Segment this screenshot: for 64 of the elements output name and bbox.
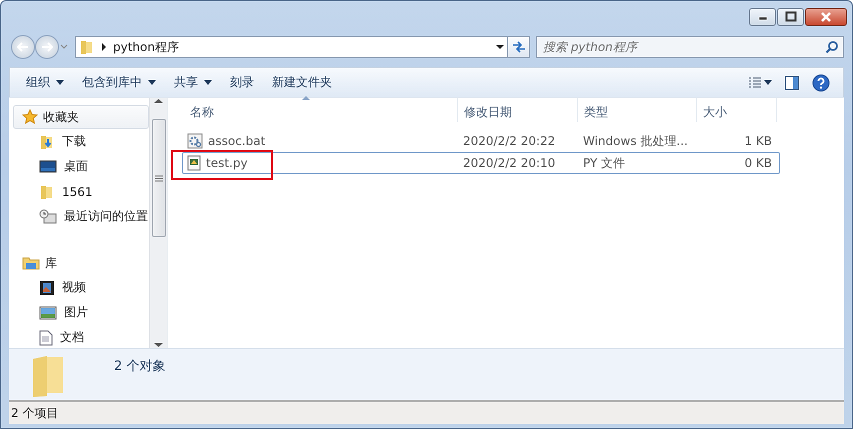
table-cell-text: 0 KB	[743, 156, 773, 170]
table-cell-text: 1 KB	[743, 134, 773, 148]
library-icon	[22, 255, 40, 271]
caret-icon	[764, 80, 772, 85]
close-icon	[820, 11, 832, 23]
star-icon	[22, 109, 38, 125]
nav-group-header[interactable]: 库	[13, 251, 149, 275]
column-header[interactable]: 类型	[578, 98, 697, 122]
forward-arrow-icon	[41, 42, 53, 52]
address-bar[interactable]: python程序	[75, 36, 508, 58]
picture-icon	[39, 306, 57, 320]
nav-item[interactable]: 下载	[13, 129, 149, 154]
toolbar-button[interactable]: 组织	[18, 71, 72, 94]
search-field[interactable]: 搜索 python程序	[536, 36, 844, 58]
folder-icon	[39, 184, 55, 200]
document-icon	[39, 330, 53, 346]
film-icon	[39, 280, 55, 296]
toolbar-button[interactable]: 刻录	[222, 71, 262, 94]
maximize-button[interactable]	[777, 8, 804, 26]
refresh-icon	[510, 40, 526, 54]
table-cell-text: Windows 批处理...	[582, 132, 689, 150]
nav-item[interactable]: 视频	[13, 275, 149, 300]
back-arrow-icon	[17, 42, 29, 52]
table-cell-text: PY 文件	[582, 154, 626, 172]
recent-places-icon	[39, 208, 57, 224]
maximize-icon	[784, 11, 796, 23]
desktop-icon	[39, 160, 57, 174]
nav-item[interactable]: 图片	[13, 300, 149, 325]
toolbar-button[interactable]: 新建文件夹	[264, 71, 340, 94]
dropdown-caret-icon	[59, 43, 69, 51]
file-row[interactable]: test.py 2020/2/2 20:10 PY 文件 0 KB	[182, 152, 780, 174]
close-button[interactable]	[805, 8, 847, 26]
status-text: 2 个项目	[11, 404, 58, 422]
forward-button[interactable]	[35, 35, 59, 59]
column-header[interactable]: 修改日期	[458, 98, 578, 122]
file-name: test.py	[206, 156, 248, 170]
column-header[interactable]: 名称	[184, 98, 458, 122]
nav-item[interactable]: 1561	[13, 179, 149, 204]
file-row[interactable]: assoc.bat 2020/2/2 20:22 Windows 批处理... 1 KB	[182, 130, 780, 152]
nav-item[interactable]: 最近访问的位置	[13, 204, 149, 229]
file-icon	[187, 155, 201, 171]
file-name: assoc.bat	[208, 134, 266, 148]
grip-icon	[154, 174, 162, 182]
minimize-button[interactable]	[749, 8, 776, 26]
folder-icon	[79, 39, 95, 55]
refresh-button[interactable]	[508, 36, 530, 58]
item-count: 2 个对象	[114, 358, 166, 376]
breadcrumb-arrow-icon	[101, 43, 107, 51]
download-folder-icon	[39, 134, 55, 150]
column-header[interactable]: 大小	[697, 98, 777, 122]
help-icon	[812, 74, 830, 92]
batch-file-icon	[187, 133, 203, 149]
pane-icon	[784, 74, 800, 90]
toolbar-button[interactable]: 共享	[166, 71, 220, 94]
list-view-icon	[748, 76, 764, 90]
search-icon	[825, 40, 839, 54]
scrollbar[interactable]	[149, 98, 167, 348]
nav-item[interactable]: 桌面	[13, 154, 149, 179]
table-cell-text: 2020/2/2 20:10	[462, 156, 556, 170]
toolbar-button[interactable]: 包含到库中	[74, 71, 164, 94]
table-cell-text: 2020/2/2 20:22	[462, 134, 556, 148]
nav-item[interactable]: 文档	[13, 325, 149, 348]
nav-group-header[interactable]: 收藏夹	[13, 105, 149, 129]
back-button[interactable]	[11, 35, 35, 59]
